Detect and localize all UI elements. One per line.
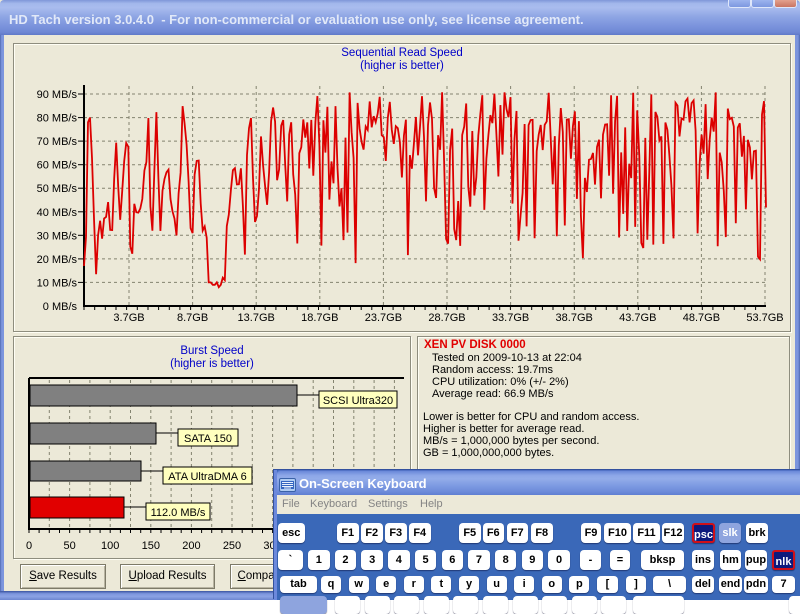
svg-text:200: 200 bbox=[182, 540, 200, 552]
svg-text:SCSI Ultra320: SCSI Ultra320 bbox=[323, 395, 393, 407]
svg-text:SATA 150: SATA 150 bbox=[184, 433, 232, 445]
svg-text:0: 0 bbox=[26, 540, 32, 552]
svg-text:150: 150 bbox=[142, 540, 160, 552]
svg-text:50: 50 bbox=[63, 540, 75, 552]
svg-text:100: 100 bbox=[101, 540, 119, 552]
svg-text:ATA UltraDMA 6: ATA UltraDMA 6 bbox=[168, 471, 246, 483]
svg-text:112.0 MB/s: 112.0 MB/s bbox=[151, 507, 206, 519]
svg-text:250: 250 bbox=[223, 540, 241, 552]
